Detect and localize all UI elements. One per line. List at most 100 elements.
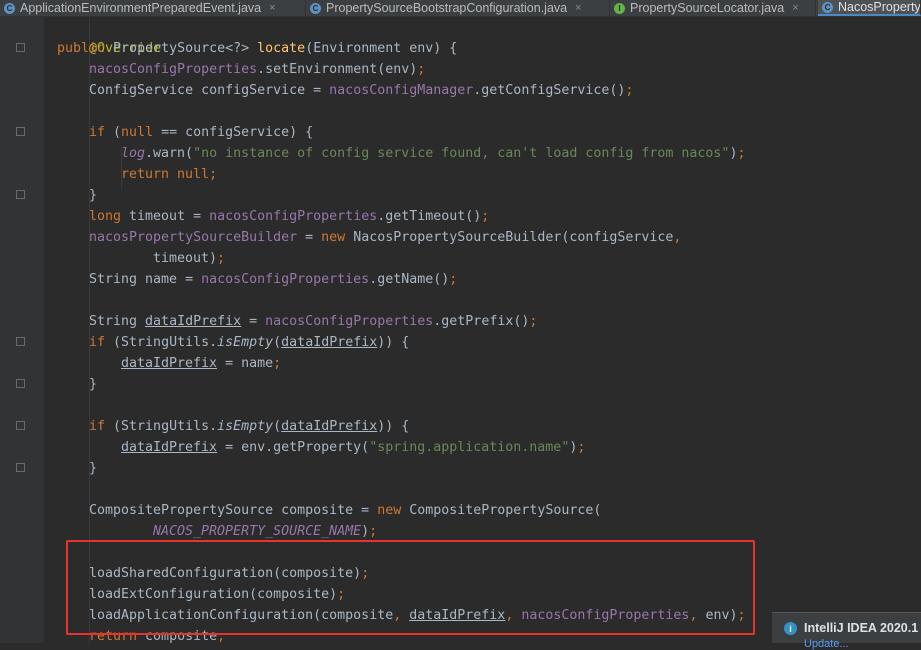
update-notification[interactable]: i IntelliJ IDEA 2020.1 Update... [772,612,921,650]
punct: , [689,608,706,623]
code-text: ) [361,524,370,539]
close-icon[interactable]: × [575,2,581,14]
close-icon[interactable]: × [792,2,798,14]
code-text: loadApplicationConfiguration(composite [89,608,394,623]
string-literal: "spring.application.name" [369,440,570,455]
code-text: (StringUtils. [113,419,218,434]
tab-label: ApplicationEnvironmentPreparedEvent.java [20,1,262,15]
code-line: if (null == configService) { [89,122,313,143]
string-literal: "no instance of config service found, ca… [193,146,730,161]
code-text: = name [217,356,274,371]
close-icon[interactable]: × [269,2,275,14]
punct: ; [449,272,458,287]
field: nacosConfigProperties [521,608,690,623]
punct: ; [217,251,226,266]
punct: , [393,608,410,623]
keyword: public [57,41,114,56]
fold-icon[interactable] [16,337,25,346]
code-text: } [89,461,98,476]
punct: ; [273,356,282,371]
code-text: composite [145,629,218,643]
field: log [121,146,146,161]
keyword: if [89,125,114,140]
punct: ; [737,608,746,623]
code-text: String [89,314,146,329]
code-line: dataIdPrefix = env.getProperty("spring.a… [121,437,585,458]
punct: , [505,608,522,623]
code-line: nacosConfigProperties.setEnvironment(env… [89,59,425,80]
fold-icon[interactable] [16,463,25,472]
code-line: public PropertySource<?> locate(Environm… [57,38,457,59]
punct: ; [529,314,538,329]
punct: ; [737,146,746,161]
code-line: loadExtConfiguration(composite); [89,584,345,605]
code-editor[interactable]: @Override public PropertySource<?> locat… [44,17,921,643]
fold-icon[interactable] [16,190,25,199]
punct: ; [481,209,490,224]
fold-icon[interactable] [16,43,25,52]
code-text: } [89,377,98,392]
code-text: } [89,188,98,203]
code-line: return composite; [89,626,225,643]
code-line: if (StringUtils.isEmpty(dataIdPrefix)) { [89,332,409,353]
tab-property-source-locator[interactable]: I PropertySourceLocator.java × [610,0,816,16]
fold-icon[interactable] [16,127,25,136]
variable: dataIdPrefix [281,419,378,434]
punct: ; [417,62,426,77]
code-text: env) [705,608,738,623]
class-icon: C [4,2,15,14]
code-text: timeout = [129,209,210,224]
keyword: return [89,629,146,643]
punct: ; [625,83,634,98]
code-line: log.warn("no instance of config service … [121,143,745,164]
code-line: String dataIdPrefix = nacosConfigPropert… [89,311,537,332]
notification-title: IntelliJ IDEA 2020.1 [804,621,919,635]
variable: dataIdPrefix [121,356,218,371]
code-line: ConfigService configService = nacosConfi… [89,80,633,101]
code-text: .getTimeout() [377,209,482,224]
code-text: = env.getProperty( [217,440,370,455]
keyword: null [121,125,162,140]
code-text: == configService) { [161,125,314,140]
code-text: ConfigService configService = [89,83,330,98]
code-text: NacosPropertySourceBuilder(configService [353,230,674,245]
code-text: .warn( [145,146,194,161]
keyword: return null [121,167,210,182]
code-text: timeout) [153,251,218,266]
code-text: ( [273,419,282,434]
variable: dataIdPrefix [281,335,378,350]
static-method: isEmpty [217,419,274,434]
code-text: .getConfigService() [473,83,626,98]
punct: ; [337,587,346,602]
code-text: .getName() [369,272,450,287]
variable: dataIdPrefix [145,314,242,329]
code-text: CompositePropertySource( [409,503,602,518]
keyword: if [89,335,114,350]
code-line: @Override [57,17,161,56]
code-line: if (StringUtils.isEmpty(dataIdPrefix)) { [89,416,409,437]
tab-application-environment-prepared-event[interactable]: C ApplicationEnvironmentPreparedEvent.ja… [0,0,306,16]
fold-icon[interactable] [16,421,25,430]
variable: dataIdPrefix [121,440,218,455]
code-line: timeout); [153,248,225,269]
tab-label: NacosPropertySourceLocator.java [838,0,921,14]
punct: ; [361,566,370,581]
code-text: PropertySource<?> [113,41,258,56]
interface-icon: I [614,2,625,14]
field: nacosConfigProperties [209,209,378,224]
fold-icon[interactable] [16,379,25,388]
code-line: return null; [121,164,217,185]
class-icon: C [310,2,321,14]
notification-link[interactable]: Update... [804,638,849,650]
field: nacosPropertySourceBuilder [89,230,298,245]
info-icon: i [784,622,797,635]
code-text: )) { [377,419,410,434]
tab-nacos-property-source-locator[interactable]: C NacosPropertySourceLocator.java [818,0,921,16]
editor-tab-bar: C ApplicationEnvironmentPreparedEvent.ja… [0,0,921,17]
code-line: } [89,374,97,395]
punct: ; [217,629,226,643]
code-text: .getPrefix() [433,314,530,329]
tab-property-source-bootstrap-configuration[interactable]: C PropertySourceBootstrapConfiguration.j… [306,0,610,16]
code-text: .setEnvironment(env) [257,62,418,77]
code-line: } [89,185,97,206]
